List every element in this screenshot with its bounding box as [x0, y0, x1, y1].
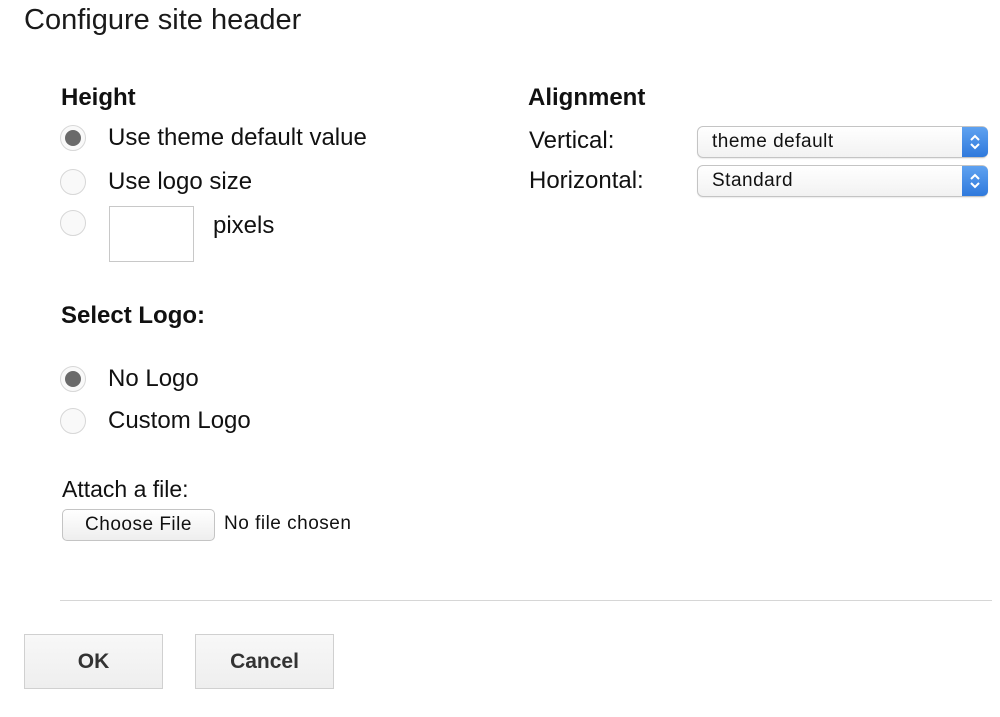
vertical-label: Vertical: [529, 127, 615, 154]
cancel-button[interactable]: Cancel [195, 634, 334, 689]
radio-logo-size[interactable] [60, 169, 86, 195]
radio-label-no-logo: No Logo [108, 365, 199, 392]
choose-file-button[interactable]: Choose File [62, 509, 215, 541]
select-stepper-icon [962, 166, 988, 196]
radio-custom-pixels[interactable] [60, 210, 86, 236]
radio-custom-logo[interactable] [60, 408, 86, 434]
radio-label-theme-default: Use theme default value [108, 124, 367, 151]
radio-theme-default[interactable] [60, 125, 86, 151]
select-logo-heading: Select Logo: [61, 302, 206, 329]
configure-site-header-dialog: Configure site header Height Use theme d… [0, 0, 1000, 717]
alignment-heading: Alignment [528, 84, 646, 111]
attach-file-label: Attach a file: [62, 476, 189, 502]
vertical-select[interactable]: theme default [697, 126, 988, 158]
select-stepper-icon [962, 127, 988, 157]
horizontal-select-value: Standard [712, 170, 794, 191]
height-option-logo-size[interactable]: Use logo size [60, 168, 252, 196]
radio-label-logo-size: Use logo size [108, 168, 253, 195]
vertical-select-value: theme default [712, 131, 834, 152]
footer-divider [60, 600, 992, 601]
pixels-input[interactable] [109, 206, 194, 262]
file-status-label: No file chosen [224, 513, 352, 534]
logo-option-no-logo[interactable]: No Logo [60, 365, 199, 393]
ok-button[interactable]: OK [24, 634, 163, 689]
height-option-theme-default[interactable]: Use theme default value [60, 124, 367, 152]
horizontal-select[interactable]: Standard [697, 165, 988, 197]
height-option-custom-pixels[interactable] [60, 210, 86, 236]
radio-label-custom-logo: Custom Logo [108, 407, 251, 434]
logo-option-custom-logo[interactable]: Custom Logo [60, 407, 251, 435]
dialog-title: Configure site header [24, 4, 302, 36]
height-heading: Height [61, 84, 136, 111]
horizontal-label: Horizontal: [529, 167, 644, 194]
radio-no-logo[interactable] [60, 366, 86, 392]
pixels-unit-label: pixels [213, 212, 275, 239]
